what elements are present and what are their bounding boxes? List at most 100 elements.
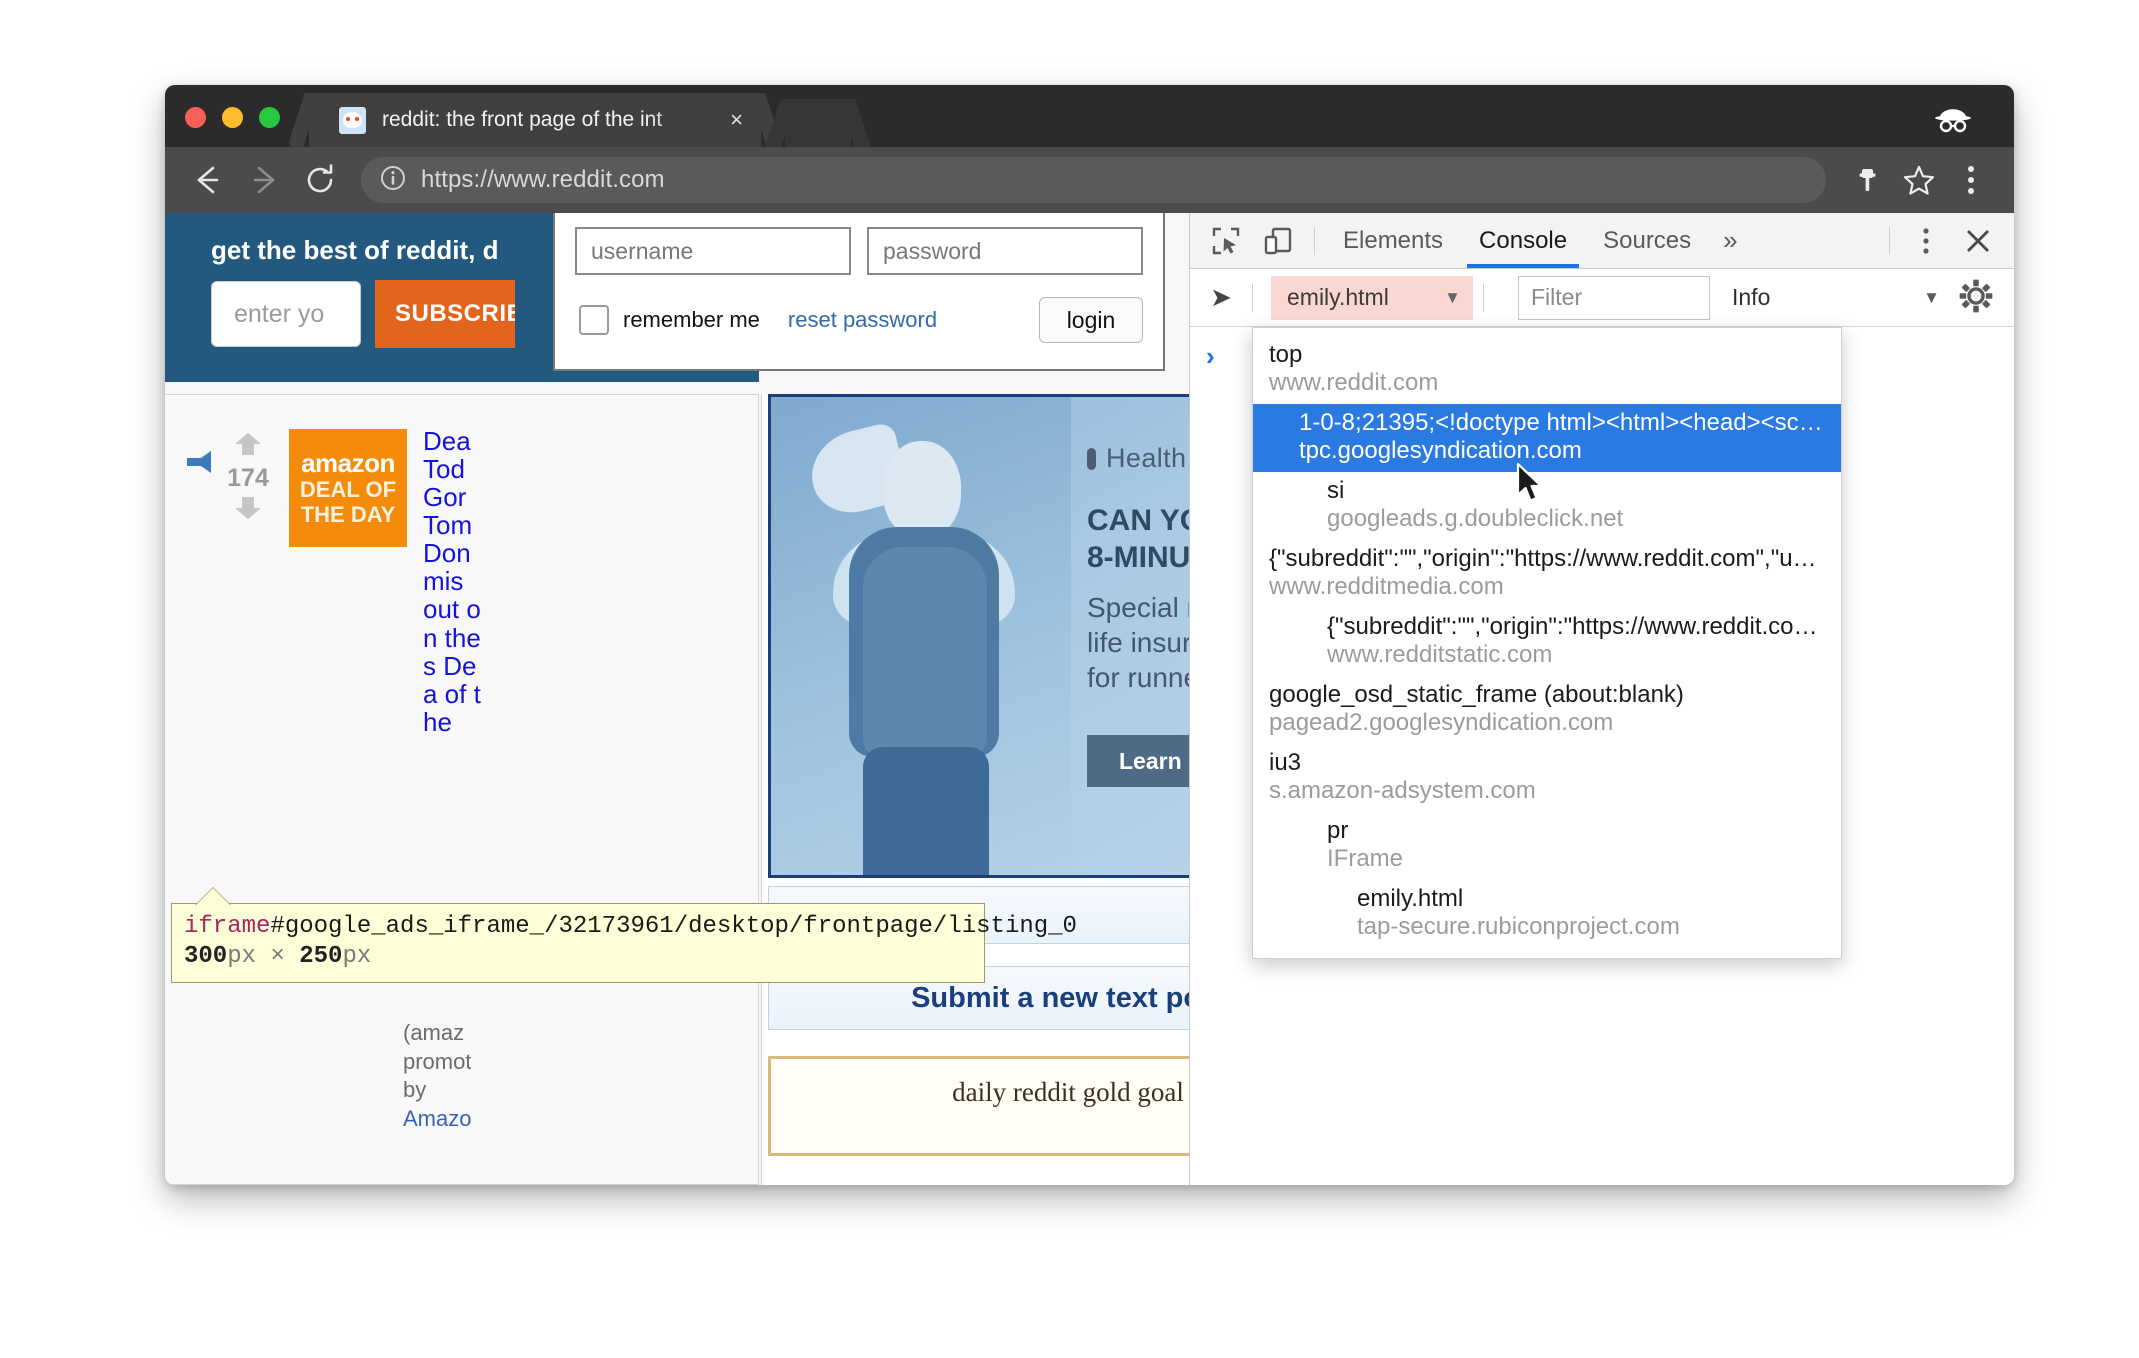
post-byline: (amaz promot by Amazon [403,1019,471,1133]
log-level-selector[interactable]: Info [1732,284,1770,311]
amazon-deal-thumbnail[interactable]: amazon DEAL OF THE DAY [289,429,407,547]
close-window-button[interactable] [185,107,206,128]
tooltip-element-id: #google_ads_iframe_/32173961/desktop/fro… [270,913,1077,940]
browser-tab-inactive[interactable] [785,99,851,147]
context-option[interactable]: emily.html tap-secure.rubiconproject.com [1253,880,1841,948]
remember-me-checkbox[interactable] [579,305,609,335]
gear-icon[interactable] [1958,278,1998,318]
devtools-toolbar-right [1879,219,2004,263]
chevron-down-icon: ▼ [1444,287,1461,307]
more-tabs-icon[interactable]: » [1709,225,1751,256]
context-option-name: pr [1327,817,1349,844]
email-input[interactable]: enter yo [211,281,361,347]
context-option-name: emily.html [1357,885,1464,912]
context-option-name: google_osd_static_frame (about:blank) [1269,681,1684,708]
subscribe-button[interactable]: SUBSCRIBE [375,280,515,348]
ad-subtext: Special rate life insurance for runners [1087,590,1189,695]
vote-arrows[interactable]: 174 [219,431,277,736]
byline-link[interactable]: Amazon [403,1106,471,1131]
reddit-alien-favicon [339,106,366,134]
tooltip-times: × [270,943,285,970]
tab-elements[interactable]: Elements [1325,213,1461,268]
context-option-host: pagead2.googlesyndication.com [1269,709,1614,736]
ad-sub-line-2: life insurance [1087,627,1189,659]
key-icon[interactable] [1844,157,1890,203]
password-input[interactable]: password [867,227,1143,275]
star-icon[interactable] [1896,157,1942,203]
context-option[interactable]: top www.reddit.com [1253,336,1841,404]
upvote-icon[interactable] [219,431,277,462]
ad-brand: Health I.Q. [1087,443,1189,474]
toolbar-divider-right [1889,226,1890,255]
reset-password-link[interactable]: reset password [788,307,937,333]
byline-text: (amaz promot by [403,1020,471,1103]
ad-runner-photo [771,397,1071,875]
three-dot-menu-icon[interactable] [1900,219,1952,263]
execution-context-selector[interactable]: emily.html ▼ [1271,275,1473,320]
health-iq-ad[interactable]: Health I.Q. CAN YOU RUN AN 8-MINUTE MILE… [768,394,1189,878]
execution-context-dropdown: top www.reddit.com 1-0-8;21395;<!doctype h… [1252,327,1842,959]
list-item[interactable]: 174 amazon DEAL OF THE DAY Dea Tod Gor T… [165,395,758,736]
context-option-name: 1-0-8;21395;<!doctype html><html><head><… [1299,409,1825,436]
login-button[interactable]: login [1039,297,1143,343]
console-prompt-caret: › [1206,341,1215,371]
context-option[interactable]: {"subreddit":"","origin":"https://www.re… [1253,608,1841,676]
inspector-tooltip: iframe#google_ads_iframe_/32173961/deskt… [171,903,1077,983]
chevron-down-icon-level[interactable]: ▼ [1923,288,1940,308]
browser-toolbar: https://www.reddit.com [165,147,2014,213]
context-option-name: {"subreddit":"","origin":"https://www.re… [1269,545,1817,572]
downvote-icon[interactable] [219,495,277,526]
login-credentials-row: username password [555,213,1163,275]
tooltip-width-value: 300 [184,943,228,970]
reddit-right-column: Health I.Q. CAN YOU RUN AN 8-MINUTE MILE… [761,394,1189,1185]
tab-sources[interactable]: Sources [1585,213,1709,268]
ad-brand-text: Health I.Q. [1106,443,1189,473]
address-bar[interactable]: https://www.reddit.com [361,157,1826,203]
back-button[interactable] [185,157,231,203]
forward-button[interactable] [241,157,287,203]
three-dot-menu-icon[interactable] [1948,157,1994,203]
ad-copy: Health I.Q. CAN YOU RUN AN 8-MINUTE MILE… [1081,397,1189,875]
reload-button[interactable] [297,157,343,203]
ad-sub-line-1: Special rate [1087,592,1189,624]
context-option[interactable]: si googleads.g.doubleclick.net [1253,472,1841,540]
toolbar-divider [1314,226,1315,255]
thumb-line-2: DEAL OF [299,476,397,502]
filterbar-divider-2 [1483,283,1484,312]
tab-console[interactable]: Console [1461,213,1585,268]
maximize-window-button[interactable] [259,107,280,128]
ad-headline-line-1: CAN YOU RUN AN [1087,504,1189,537]
post-title[interactable]: Dea Tod Gor Tom Don mis out on thes Dea … [423,427,483,736]
clear-console-icon[interactable]: ➤ [1200,282,1242,313]
gold-goal-title: daily reddit gold goal [952,1077,1184,1107]
context-option-host: www.redditmedia.com [1269,573,1504,600]
context-option[interactable]: iu3 s.amazon-adsystem.com [1253,744,1841,812]
browser-tab-active[interactable]: reddit: the front page of the int × [309,93,761,147]
close-icon[interactable] [1952,219,2004,263]
info-circle-icon[interactable] [379,164,407,197]
context-option-name: {"subreddit":"","origin":"https://www.re… [1327,613,1825,640]
learn-more-button[interactable]: Learn More [1087,735,1189,788]
context-option-host: tpc.googlesyndication.com [1299,437,1582,464]
context-option[interactable]: 1-0-8;21395;<!doctype html><html><head><… [1253,404,1841,472]
daily-reddit-gold-goal: daily reddit gold goal [768,1056,1189,1156]
minimize-window-button[interactable] [222,107,243,128]
context-option-host: www.reddit.com [1269,369,1439,396]
context-option[interactable]: pr IFrame [1253,812,1841,880]
devtools-toolbar: Elements Console Sources » [1190,213,2014,269]
health-iq-logo-icon [1087,447,1096,470]
username-input[interactable]: username [575,227,851,275]
device-toolbar-icon[interactable] [1252,219,1304,263]
window-controls [185,107,280,128]
inspect-element-icon[interactable] [1200,219,1252,263]
score: 174 [227,464,269,492]
ad-headline: CAN YOU RUN AN 8-MINUTE MILE? [1087,502,1189,576]
filter-input[interactable]: Filter [1518,275,1710,320]
login-options-row: remember me reset password login [555,275,1163,343]
close-icon[interactable]: × [730,109,743,131]
context-option[interactable]: google_osd_static_frame (about:blank) pag… [1253,676,1841,744]
context-option[interactable]: {"subreddit":"","origin":"https://www.re… [1253,540,1841,608]
screenshot-root: reddit: the front page of the int × http… [0,0,2139,1358]
reddit-link-listing: 174 amazon DEAL OF THE DAY Dea Tod Gor T… [165,394,759,1185]
console-filter-bar: ➤ emily.html ▼ Filter Info ▼ [1190,269,2014,327]
